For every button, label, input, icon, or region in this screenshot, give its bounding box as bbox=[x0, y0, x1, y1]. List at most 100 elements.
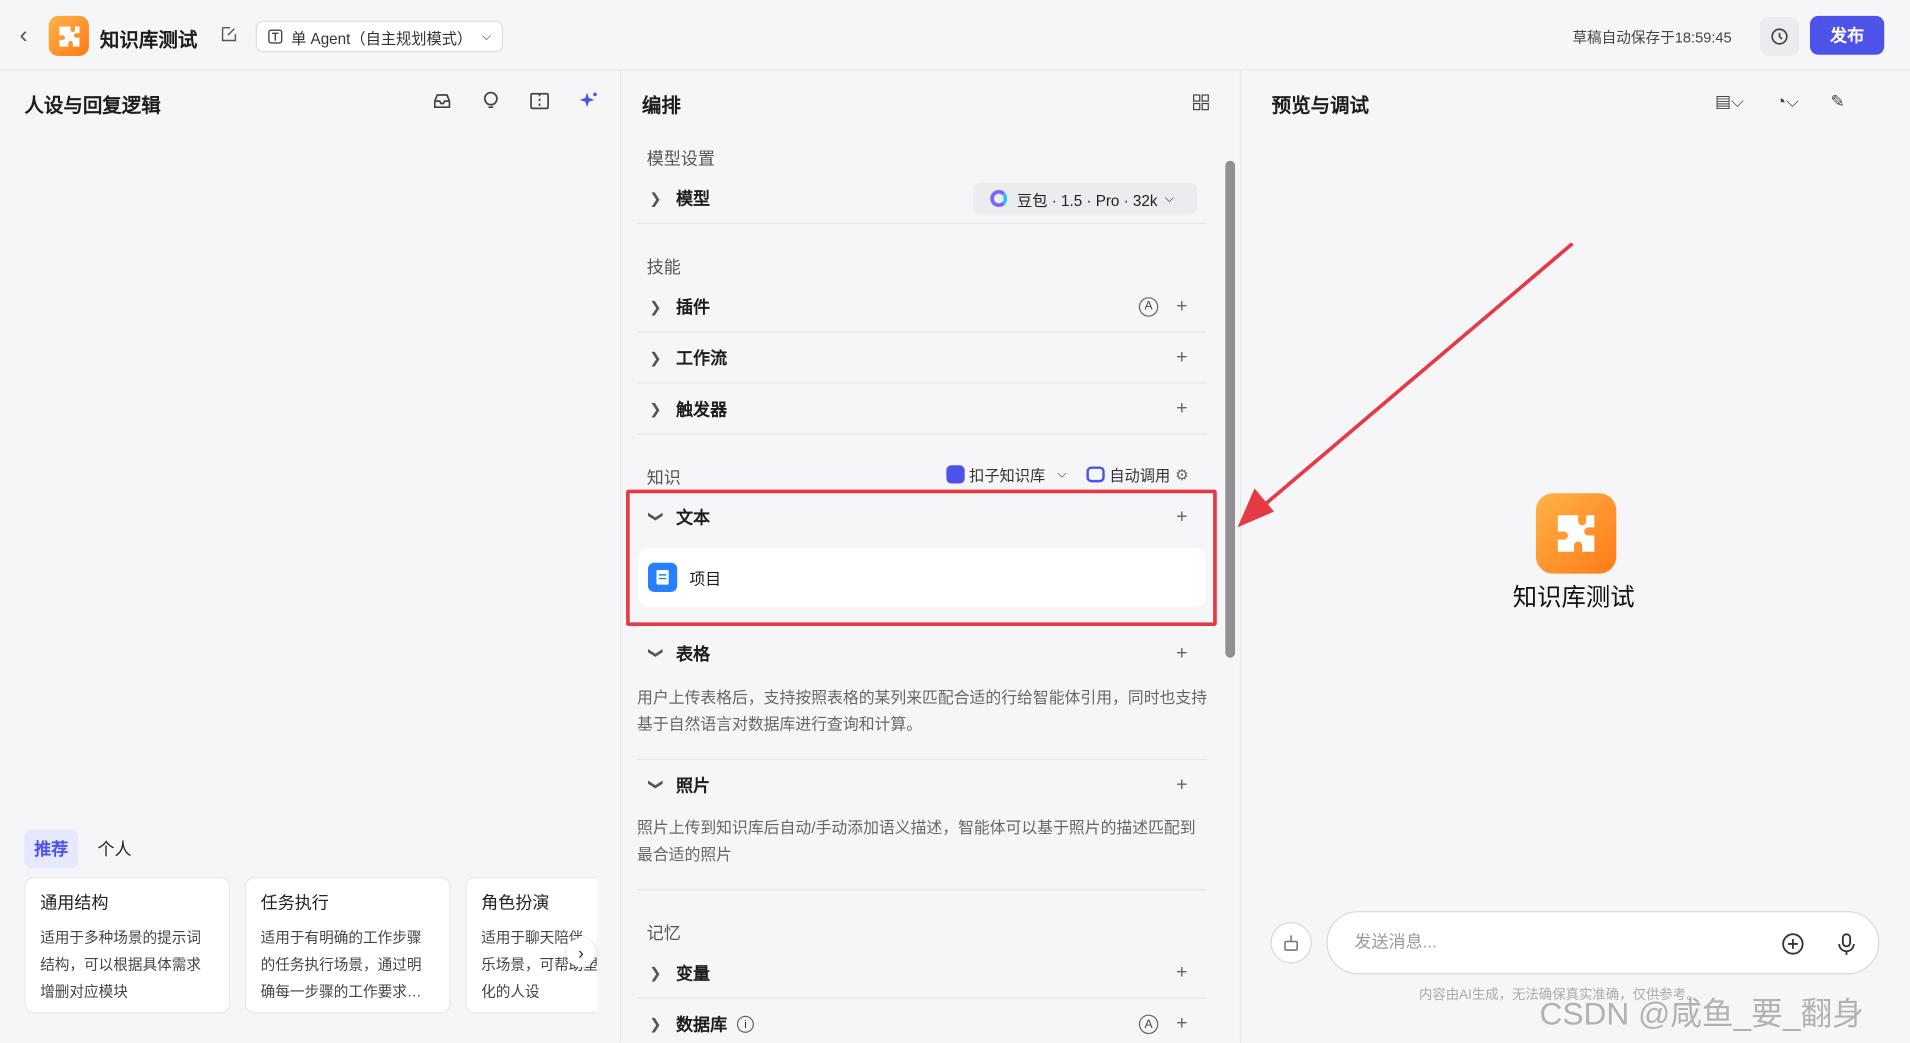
add-trigger-icon[interactable]: + bbox=[1176, 398, 1187, 420]
lightbulb-icon[interactable] bbox=[480, 90, 502, 112]
template-card[interactable]: 任务执行 适用于有明确的工作步骤的任务执行场景，通过明确每一步骤的工作要求… bbox=[244, 876, 451, 1014]
tab-personal[interactable]: 个人 bbox=[88, 829, 142, 868]
chevron-right-icon: ❯ bbox=[649, 297, 662, 315]
back-icon[interactable]: ‹ bbox=[19, 22, 38, 49]
trigger-label: 触发器 bbox=[675, 398, 728, 419]
chevron-right-icon[interactable]: › bbox=[566, 937, 596, 968]
ai-optimize-icon[interactable] bbox=[577, 90, 599, 112]
template-card[interactable]: 通用结构 适用于多种场景的提示词结构，可以根据具体需求增删对应模块 bbox=[24, 876, 231, 1014]
orchestration-title: 编排 bbox=[641, 96, 681, 117]
debug-detail-icon[interactable]: ▤⌵ bbox=[1715, 91, 1744, 112]
kb-source-select[interactable]: 扣子知识库 ⌵ bbox=[945, 463, 1067, 486]
bot-name: 知识库测试 bbox=[1512, 584, 1635, 612]
robot-icon bbox=[1086, 466, 1105, 483]
publish-button[interactable]: 发布 bbox=[1809, 15, 1885, 55]
template-cards: 通用结构 适用于多种场景的提示词结构，可以根据具体需求增删对应模块 任务执行 适… bbox=[24, 876, 597, 1017]
model-section-label: 模型设置 bbox=[646, 148, 715, 169]
workflow-label: 工作流 bbox=[675, 347, 728, 368]
compare-icon[interactable] bbox=[529, 90, 551, 112]
doubao-icon bbox=[990, 190, 1008, 208]
database-row[interactable]: ❯ 数据库 i A + bbox=[637, 999, 1207, 1043]
add-plugin-icon[interactable]: + bbox=[1176, 295, 1187, 317]
plugin-row[interactable]: ❯ 插件 A + bbox=[637, 281, 1208, 333]
chevron-down-icon: ⌵ bbox=[481, 29, 492, 44]
inbox-icon[interactable] bbox=[431, 90, 453, 112]
trigger-row[interactable]: ❯ 触发器 + bbox=[637, 384, 1208, 435]
kb-mode-select[interactable]: 自动调用 ⚙ bbox=[1086, 463, 1189, 486]
auto-icon[interactable]: A bbox=[1138, 1014, 1159, 1035]
agent-mode-label: 单 Agent（自主规划模式） bbox=[291, 29, 473, 47]
add-variable-icon[interactable]: + bbox=[1176, 962, 1187, 984]
microphone-icon[interactable] bbox=[1837, 932, 1856, 956]
broom-icon bbox=[1284, 935, 1298, 951]
card-title: 角色扮演 bbox=[481, 892, 550, 913]
chat-input-box bbox=[1326, 911, 1880, 975]
chevron-down-icon: ⌵ bbox=[1057, 467, 1067, 482]
app-title: 知识库测试 bbox=[99, 30, 198, 52]
add-workflow-icon[interactable]: + bbox=[1176, 347, 1187, 369]
autosave-status: 草稿自动保存于18:59:45 bbox=[1572, 29, 1732, 47]
workflow-row[interactable]: ❯ 工作流 + bbox=[637, 333, 1208, 384]
card-title: 通用结构 bbox=[40, 892, 109, 913]
tab-recommend[interactable]: 推荐 bbox=[24, 829, 78, 869]
model-label: 模型 bbox=[675, 188, 711, 208]
agent-mode-select[interactable]: 单 Agent（自主规划模式） ⌵ bbox=[255, 20, 504, 53]
template-tabs: 推荐 个人 bbox=[24, 829, 142, 869]
knowledge-section-label: 知识 bbox=[646, 467, 681, 488]
photo-desc: 照片上传到知识库后自动/手动添加语义描述，智能体可以基于照片的描述匹配到最合适的… bbox=[637, 818, 1196, 864]
persona-title: 人设与回复逻辑 bbox=[24, 96, 161, 117]
variable-row[interactable]: ❯ 变量 + bbox=[637, 948, 1208, 999]
chevron-right-icon: ❯ bbox=[649, 348, 662, 367]
info-icon[interactable]: i bbox=[736, 1015, 754, 1033]
kb-source-label: 扣子知识库 bbox=[969, 467, 1046, 485]
persona-panel: 人设与回复逻辑 推荐 个人 通用结构 适用于多种场景的提示词结构，可以根据具体需… bbox=[0, 70, 622, 1043]
chevron-down-icon: ❯ bbox=[647, 778, 666, 791]
card-desc: 适用于多种场景的提示词结构，可以根据具体需求增删对应模块 bbox=[40, 929, 201, 1000]
plugin-label: 插件 bbox=[675, 296, 711, 317]
photo-row[interactable]: ❯ 照片 + bbox=[637, 760, 1207, 811]
card-title: 任务执行 bbox=[260, 892, 329, 913]
wrench-icon[interactable]: ✎ bbox=[1831, 91, 1845, 112]
kb-mode-label: 自动调用 bbox=[1109, 467, 1171, 485]
chat-input[interactable] bbox=[1354, 931, 1745, 952]
divider bbox=[637, 889, 1208, 891]
add-table-icon[interactable]: + bbox=[1176, 643, 1187, 665]
add-circle-icon[interactable] bbox=[1781, 932, 1805, 956]
chevron-right-icon: ❯ bbox=[649, 964, 662, 982]
history-icon bbox=[1771, 28, 1788, 45]
scrollbar-thumb[interactable] bbox=[1225, 160, 1236, 658]
puzzle-icon bbox=[1557, 515, 1595, 552]
add-database-icon[interactable]: + bbox=[1176, 1013, 1187, 1035]
add-photo-icon[interactable]: + bbox=[1176, 775, 1187, 797]
layout-grid-icon[interactable] bbox=[1191, 93, 1210, 112]
table-row[interactable]: ❯ 表格 + bbox=[637, 628, 1207, 679]
knowledge-tools: 扣子知识库 ⌵ 自动调用 ⚙ bbox=[945, 463, 1189, 486]
memory-section-label: 记忆 bbox=[646, 923, 681, 943]
model-row[interactable]: ❯ 模型 豆包 · 1.5 · Pro · 32k ⌵ bbox=[637, 173, 1208, 225]
chevron-right-icon: ❯ bbox=[649, 1015, 662, 1033]
watermark: CSDN @咸鱼_要_翻身 bbox=[1539, 995, 1864, 1032]
chevron-down-icon: ❯ bbox=[647, 646, 666, 660]
history-button[interactable] bbox=[1760, 17, 1799, 57]
kb-icon bbox=[945, 465, 965, 484]
preview-title: 预览与调试 bbox=[1271, 96, 1370, 117]
card-desc: 适用于有明确的工作步骤的任务执行场景，通过明确每一步骤的工作要求… bbox=[260, 929, 422, 1000]
table-label: 表格 bbox=[675, 644, 711, 664]
top-bar: ‹ 知识库测试 单 Agent（自主规划模式） ⌵ 草稿自动保存于18:59:4… bbox=[0, 0, 1910, 71]
voice-settings-icon[interactable]: ◔⌵ bbox=[1776, 91, 1799, 112]
photo-label: 照片 bbox=[675, 775, 711, 796]
chevron-right-icon: ❯ bbox=[649, 189, 662, 207]
database-label: 数据库 bbox=[675, 1014, 728, 1035]
skills-section-label: 技能 bbox=[646, 256, 681, 277]
scrollbar[interactable] bbox=[1225, 141, 1236, 1042]
model-value: 豆包 · 1.5 · Pro · 32k bbox=[1017, 191, 1158, 209]
edit-icon[interactable] bbox=[220, 26, 237, 43]
chevron-down-icon: ⌵ bbox=[1164, 191, 1175, 206]
agent-icon bbox=[268, 29, 283, 44]
gear-icon[interactable]: ⚙ bbox=[1175, 465, 1189, 483]
variable-label: 变量 bbox=[675, 962, 711, 983]
model-select[interactable]: 豆包 · 1.5 · Pro · 32k ⌵ bbox=[973, 182, 1198, 215]
clear-history-button[interactable] bbox=[1270, 922, 1312, 964]
puzzle-icon bbox=[58, 25, 79, 46]
auto-icon[interactable]: A bbox=[1138, 296, 1159, 317]
